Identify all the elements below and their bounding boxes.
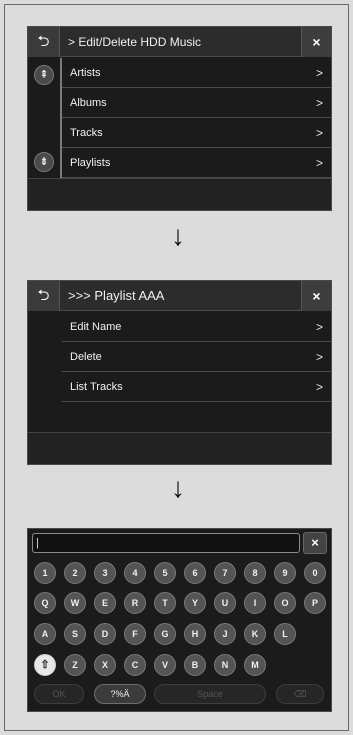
key-g[interactable]: G	[154, 623, 176, 645]
list-item-list-tracks[interactable]: List Tracks >	[62, 372, 331, 402]
key-j[interactable]: J	[214, 623, 236, 645]
key-7[interactable]: 7	[214, 562, 236, 584]
close-button[interactable]: ×	[301, 27, 331, 57]
keyboard-row-asdf: A S D F G H J K L	[28, 623, 331, 645]
list-item-label: Delete	[70, 351, 102, 363]
list-item-edit-name[interactable]: Edit Name >	[62, 312, 331, 342]
list-item-label: Tracks	[70, 127, 103, 139]
symbols-button[interactable]: ?%Ä	[94, 684, 146, 704]
key-k[interactable]: K	[244, 623, 266, 645]
back-button[interactable]: ⮌	[28, 281, 60, 311]
playlist-screen: ⮌ >>> Playlist AAA × Edit Name > Delete …	[27, 280, 332, 465]
key-f[interactable]: F	[124, 623, 146, 645]
space-button[interactable]: Space	[154, 684, 266, 704]
backspace-icon: ⌫	[293, 689, 307, 699]
key-v[interactable]: V	[154, 654, 176, 676]
list-item-delete[interactable]: Delete >	[62, 342, 331, 372]
list-item-label: Artists	[70, 67, 101, 79]
key-d[interactable]: D	[94, 623, 116, 645]
key-m[interactable]: M	[244, 654, 266, 676]
key-n[interactable]: N	[214, 654, 236, 676]
close-button[interactable]: ×	[303, 532, 327, 554]
back-arrow-icon: ⮌	[37, 287, 50, 304]
key-z[interactable]: Z	[64, 654, 86, 676]
key-6[interactable]: 6	[184, 562, 206, 584]
key-x[interactable]: X	[94, 654, 116, 676]
chevron-right-icon: >	[315, 380, 323, 394]
key-0[interactable]: 0	[304, 562, 326, 584]
playlist-options-list: Edit Name > Delete > List Tracks >	[62, 312, 331, 402]
list-item-label: List Tracks	[70, 381, 123, 393]
key-4[interactable]: 4	[124, 562, 146, 584]
key-3[interactable]: 3	[94, 562, 116, 584]
list-item-artists[interactable]: Artists >	[62, 58, 331, 88]
down-arrow-icon: ↓	[171, 220, 185, 251]
scroll-down-icon[interactable]: ⇟	[34, 152, 54, 172]
key-o[interactable]: O	[274, 592, 296, 614]
keyboard-action-row: OK ?%Ä Space ⌫	[28, 684, 331, 706]
keyboard-screen: | × 1 2 3 4 5 6 7 8 9 0 Q W E R T Y U I …	[27, 528, 332, 712]
key-5[interactable]: 5	[154, 562, 176, 584]
bottom-bar	[28, 178, 331, 210]
key-2[interactable]: 2	[64, 562, 86, 584]
key-u[interactable]: U	[214, 592, 236, 614]
down-arrow-icon: ↓	[171, 472, 185, 503]
music-category-list: Artists > Albums > Tracks > Playlists >	[60, 58, 331, 178]
back-button[interactable]: ⮌	[28, 27, 60, 57]
list-item-label: Edit Name	[70, 321, 122, 333]
bottom-bar	[28, 432, 331, 464]
key-h[interactable]: H	[184, 623, 206, 645]
key-c[interactable]: C	[124, 654, 146, 676]
list-item-albums[interactable]: Albums >	[62, 88, 331, 118]
chevron-right-icon: >	[315, 350, 323, 364]
title-bar: ⮌ > Edit/Delete HDD Music ×	[28, 27, 331, 57]
key-a[interactable]: A	[34, 623, 56, 645]
title-bar: ⮌ >>> Playlist AAA ×	[28, 281, 331, 311]
ok-button[interactable]: OK	[34, 684, 84, 704]
list-item-tracks[interactable]: Tracks >	[62, 118, 331, 148]
key-i[interactable]: I	[244, 592, 266, 614]
chevron-right-icon: >	[315, 66, 323, 80]
shift-key[interactable]: ⇧	[34, 654, 56, 676]
list-item-label: Playlists	[70, 157, 111, 169]
key-e[interactable]: E	[94, 592, 116, 614]
name-input[interactable]: |	[32, 533, 300, 553]
chevron-right-icon: >	[315, 156, 323, 170]
key-r[interactable]: R	[124, 592, 146, 614]
keyboard-row-zxcv: ⇧ Z X C V B N M	[28, 654, 331, 676]
key-t[interactable]: T	[154, 592, 176, 614]
chevron-right-icon: >	[315, 320, 323, 334]
key-w[interactable]: W	[64, 592, 86, 614]
key-y[interactable]: Y	[184, 592, 206, 614]
screen-title: >>> Playlist AAA	[68, 288, 165, 303]
key-1[interactable]: 1	[34, 562, 56, 584]
edit-delete-hdd-music-screen: ⮌ > Edit/Delete HDD Music × ⇞ ⇟ Artists …	[27, 26, 332, 211]
key-q[interactable]: Q	[34, 592, 56, 614]
key-8[interactable]: 8	[244, 562, 266, 584]
close-button[interactable]: ×	[301, 281, 331, 311]
shift-arrow-icon: ⇧	[40, 659, 50, 671]
delete-button[interactable]: ⌫	[276, 684, 324, 704]
key-9[interactable]: 9	[274, 562, 296, 584]
list-item-playlists[interactable]: Playlists >	[62, 148, 331, 178]
list-item-label: Albums	[70, 97, 107, 109]
chevron-right-icon: >	[315, 126, 323, 140]
key-b[interactable]: B	[184, 654, 206, 676]
scroll-up-icon[interactable]: ⇞	[34, 65, 54, 85]
keyboard-row-numbers: 1 2 3 4 5 6 7 8 9 0	[28, 562, 331, 584]
key-p[interactable]: P	[304, 592, 326, 614]
keyboard-row-qwerty: Q W E R T Y U I O P	[28, 592, 331, 614]
key-s[interactable]: S	[64, 623, 86, 645]
key-l[interactable]: L	[274, 623, 296, 645]
screen-title: > Edit/Delete HDD Music	[68, 35, 202, 49]
chevron-right-icon: >	[315, 96, 323, 110]
back-arrow-icon: ⮌	[37, 33, 50, 50]
